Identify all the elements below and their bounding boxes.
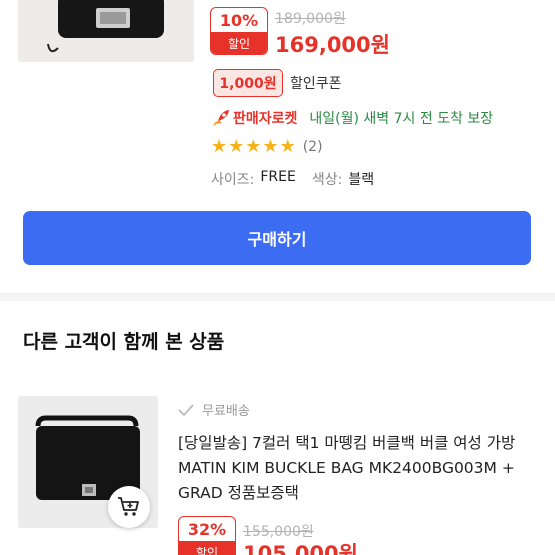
delivery-text: 내일(월) 새벽 7시 전 도착 보장	[309, 111, 494, 127]
star-icon: ★	[262, 136, 279, 157]
rocket-name: 판매자로켓	[233, 111, 298, 127]
discount-percent: 10%	[219, 10, 259, 30]
sale-price: 169,000원	[275, 33, 390, 57]
star-icon: ★	[228, 136, 245, 157]
check-icon	[178, 403, 194, 416]
recommend-sale-price: 105,000원	[243, 542, 358, 555]
rating[interactable]: ★ ★ ★ ★ ★ (2)	[211, 138, 323, 156]
original-price: 189,000원	[275, 11, 346, 27]
option-size-value: FREE	[260, 169, 296, 185]
black-bag-photo-icon	[18, 0, 194, 62]
star-icon: ★	[279, 136, 296, 157]
recommend-discount-badge: 32% 할인	[178, 516, 236, 555]
product-options: 사이즈: FREE 색상: 블랙	[211, 169, 384, 189]
option-size-key: 사이즈:	[211, 172, 255, 188]
coupon-amount: 1,000원	[213, 69, 283, 97]
free-shipping: 무료배송	[178, 400, 250, 419]
add-to-cart-button[interactable]	[108, 486, 150, 528]
star-icon: ★	[245, 136, 262, 157]
star-icon: ★	[211, 136, 228, 157]
discount-label: 할인	[211, 32, 267, 54]
recommend-product-title[interactable]: [당일발송] 7컬러 택1 마뗑킴 버클백 버클 여성 가방 MATIN KIM…	[178, 431, 548, 506]
rocket-icon	[213, 110, 229, 126]
recommend-discount-label: 할인	[179, 541, 235, 555]
coupon-row[interactable]: 1,000원 할인쿠폰	[213, 69, 342, 97]
free-shipping-label: 무료배송	[202, 404, 250, 419]
coupon-label: 할인쿠폰	[290, 76, 342, 92]
review-count: (2)	[302, 139, 323, 155]
product-image[interactable]	[18, 0, 194, 62]
discount-badge: 10% 할인	[210, 7, 268, 55]
option-color-value: 블랙	[348, 172, 375, 188]
section-divider	[0, 293, 555, 301]
option-color-key: 색상:	[311, 172, 343, 188]
recommend-discount-percent: 32%	[187, 519, 227, 539]
buy-button[interactable]: 구매하기	[23, 211, 531, 265]
rocket-delivery-row: 판매자로켓 내일(월) 새벽 7시 전 도착 보장	[211, 108, 493, 128]
add-to-cart-icon	[118, 497, 139, 516]
section-title: 다른 고객이 함께 본 상품	[23, 331, 225, 353]
